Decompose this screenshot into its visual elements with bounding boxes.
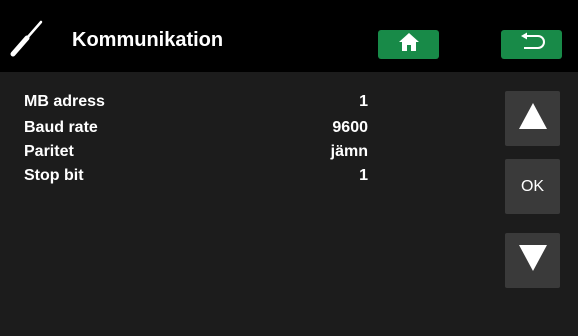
back-button[interactable] (501, 30, 562, 59)
scroll-down-button[interactable] (505, 233, 560, 288)
header: Kommunikation (0, 0, 578, 72)
triangle-down-icon (518, 244, 548, 277)
setting-label: MB adress (24, 93, 105, 110)
ok-label: OK (520, 177, 545, 195)
triangle-up-icon (518, 102, 548, 135)
settings-row-baud-rate[interactable]: Baud rate 9600 (24, 119, 368, 139)
setting-value: jämn (330, 143, 368, 160)
scroll-up-button[interactable] (505, 91, 560, 146)
screen: Kommunikation MB adress 1 Baud rate 9600… (0, 0, 578, 336)
side-panel: OK (497, 72, 578, 336)
setting-label: Baud rate (24, 119, 98, 136)
setting-label: Stop bit (24, 167, 84, 184)
ok-button[interactable]: OK (505, 159, 560, 214)
settings-row-mb-adress[interactable]: MB adress 1 (24, 93, 368, 113)
settings-row-stop-bit[interactable]: Stop bit 1 (24, 167, 368, 187)
home-icon (398, 32, 420, 57)
page-title: Kommunikation (72, 29, 224, 51)
screwdriver-icon (8, 18, 46, 58)
home-button[interactable] (378, 30, 439, 59)
setting-value: 1 (359, 167, 368, 184)
settings-panel: MB adress 1 Baud rate 9600 Paritet jämn … (0, 72, 497, 336)
setting-value: 1 (359, 93, 368, 110)
setting-value: 9600 (332, 119, 368, 136)
setting-label: Paritet (24, 143, 74, 160)
back-arrow-icon (517, 32, 547, 57)
settings-row-paritet[interactable]: Paritet jämn (24, 143, 368, 163)
